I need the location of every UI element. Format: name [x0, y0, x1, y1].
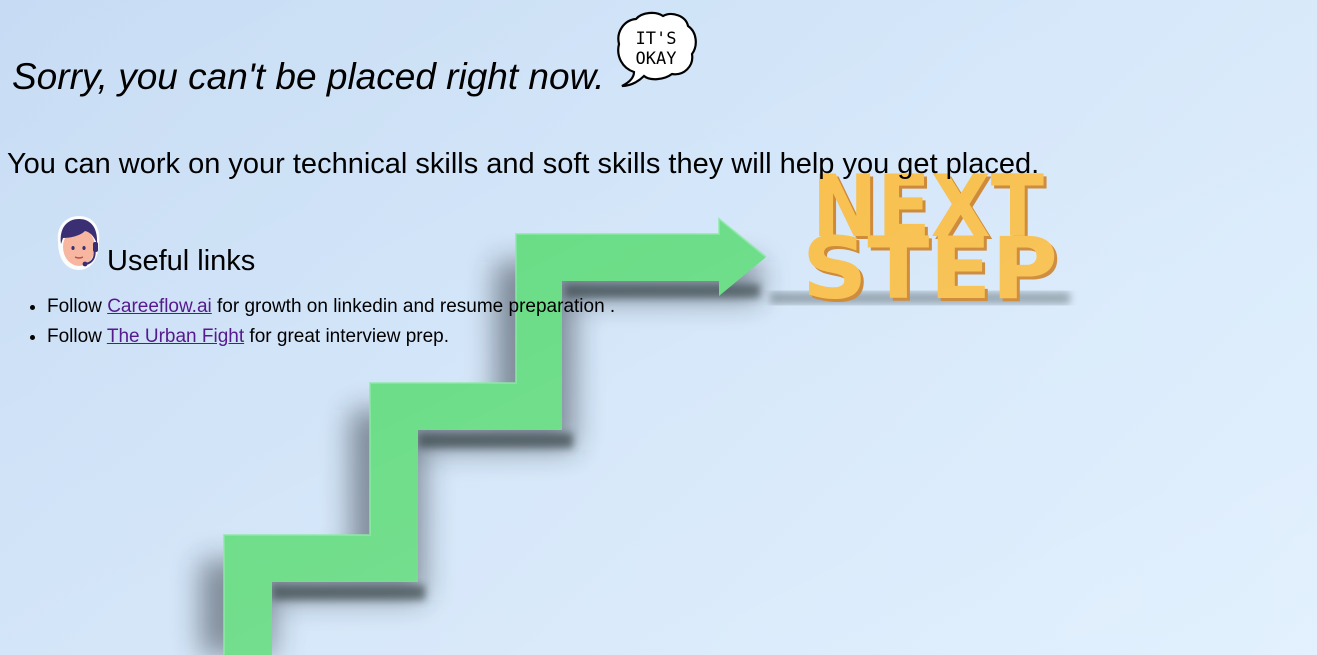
link-prefix: Follow	[47, 296, 108, 317]
bubble-line-2: OKAY	[636, 49, 677, 69]
support-agent-avatar-icon	[57, 216, 100, 270]
link-suffix: for great interview prep.	[244, 326, 450, 347]
link-suffix: for growth on linkedin and resume prepar…	[211, 296, 616, 317]
urban-fight-link[interactable]: The Urban Fight	[107, 326, 244, 347]
link-prefix: Follow	[47, 326, 107, 347]
useful-links-heading: Useful links	[107, 245, 256, 277]
useful-links-list: Follow Careeflow.ai for growth on linked…	[0, 292, 615, 352]
list-item: Follow Careeflow.ai for growth on linked…	[47, 292, 615, 322]
page-content: Sorry, you can't be placed right now. IT…	[0, 0, 1317, 655]
its-okay-speech-bubble-icon: IT'S OKAY	[617, 11, 697, 88]
list-item: Follow The Urban Fight for great intervi…	[47, 322, 615, 352]
advice-text: You can work on your technical skills an…	[7, 148, 1040, 180]
careeflow-link[interactable]: Careeflow.ai	[107, 296, 212, 317]
bubble-line-1: IT'S	[636, 29, 677, 49]
page-title: Sorry, you can't be placed right now.	[12, 56, 605, 97]
